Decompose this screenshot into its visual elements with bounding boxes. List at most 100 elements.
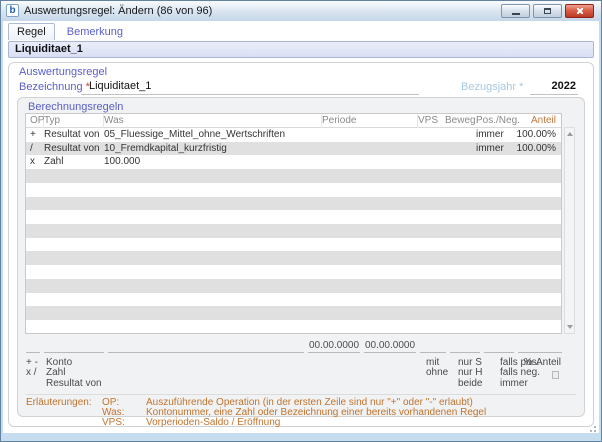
- edit-beweg-field[interactable]: [450, 340, 480, 353]
- table-edit-row: 00.00.0000 00.00.0000: [26, 340, 562, 353]
- edit-was-field[interactable]: [108, 340, 304, 353]
- table-row-empty[interactable]: [26, 320, 561, 334]
- col-was: Was: [104, 114, 322, 128]
- group-berechnungsregeln-title: Berechnungsregeln: [28, 101, 123, 113]
- cell-beweg: [445, 128, 476, 142]
- edit-pos-neg-field[interactable]: [484, 340, 514, 353]
- tab-bar: Regel Bemerkung: [8, 23, 131, 40]
- close-icon: [576, 7, 584, 15]
- legend-anteil: %-Anteil: [524, 358, 561, 379]
- anteil-box-icon[interactable]: [552, 371, 559, 379]
- title-bar[interactable]: b Auswertungsregel: Ändern (86 von 96): [1, 1, 601, 21]
- window-title: Auswertungsregel: Ändern (86 von 96): [24, 1, 212, 21]
- col-periode: Periode: [322, 114, 418, 128]
- cell-periode: [322, 128, 418, 142]
- window-client-area: Regel Bemerkung Liquiditaet_1 Auswertung…: [3, 21, 599, 433]
- table-row-empty[interactable]: [26, 197, 561, 211]
- cell-vps: [418, 142, 445, 156]
- notes-label: Erläuterungen:: [26, 398, 102, 408]
- group-berechnungsregeln: Berechnungsregeln OP Typ Was Periode VPS…: [17, 97, 585, 417]
- rule-name-header: Liquiditaet_1: [8, 41, 594, 58]
- col-op: OP: [30, 114, 44, 128]
- edit-vps-field[interactable]: [420, 340, 446, 353]
- table-row-empty[interactable]: [26, 265, 561, 279]
- cell-pos-neg: immer: [476, 142, 516, 156]
- bezugsjahr-input[interactable]: 2022: [530, 80, 578, 95]
- table-row[interactable]: x Zahl 100.000: [26, 155, 561, 169]
- table-row-empty[interactable]: [26, 210, 561, 224]
- legend-beweg-options: nur S nur H beide: [458, 358, 482, 389]
- cell-op: /: [30, 142, 44, 156]
- bezeichnung-input[interactable]: Liquiditaet_1: [81, 80, 419, 95]
- tab-bemerkung[interactable]: Bemerkung: [59, 24, 131, 40]
- legend-op-label: Resultat von: [46, 379, 102, 389]
- note-term: VPS:: [102, 418, 146, 428]
- edit-anteil-field[interactable]: [518, 340, 562, 353]
- col-typ: Typ: [44, 114, 104, 128]
- table-body: + Resultat von 05_Fluessige_Mittel_ohne_…: [26, 128, 561, 334]
- group-auswertungsregel: Auswertungsregel Bezeichnung * Liquidita…: [8, 62, 594, 427]
- col-anteil: Anteil: [516, 114, 561, 128]
- maximize-icon: [544, 8, 551, 14]
- resize-grip[interactable]: [587, 423, 596, 432]
- cell-beweg: [445, 155, 476, 169]
- cell-pos-neg: immer: [476, 128, 516, 142]
- edit-periode-von-field[interactable]: 00.00.0000: [308, 340, 360, 353]
- cell-op: +: [30, 128, 44, 142]
- cell-vps: [418, 155, 445, 169]
- col-vps: VPS: [418, 114, 445, 128]
- legend: + - Konto x / Zahl Resultat von mit ohne…: [26, 358, 563, 390]
- edit-periode-bis-field[interactable]: 00.00.0000: [364, 340, 416, 353]
- minimize-icon: [512, 13, 520, 15]
- legend-op-symbols: x /: [26, 368, 46, 378]
- cell-typ: Resultat von: [44, 128, 104, 142]
- table-header: OP Typ Was Periode VPS Beweg. Pos./Neg. …: [26, 114, 561, 128]
- window-controls: [501, 4, 594, 18]
- cell-was: 10_Fremdkapital_kurzfristig: [104, 142, 322, 156]
- cell-was: 05_Fluessige_Mittel_ohne_Wertschriften: [104, 128, 322, 142]
- legend-notes-divider: [26, 394, 576, 395]
- cell-op: x: [30, 155, 44, 169]
- cell-pos-neg: [476, 155, 516, 169]
- table-row-empty[interactable]: [26, 306, 561, 320]
- table-row-empty[interactable]: [26, 169, 561, 183]
- scroll-down-icon[interactable]: [567, 325, 573, 329]
- cell-periode: [322, 142, 418, 156]
- legend-vps-options: mit ohne: [426, 358, 448, 379]
- cell-typ: Zahl: [44, 155, 104, 169]
- scroll-up-icon[interactable]: [567, 132, 573, 136]
- table-row-empty[interactable]: [26, 183, 561, 197]
- edit-op-field[interactable]: [26, 340, 40, 353]
- group-auswertungsregel-title: Auswertungsregel: [19, 66, 107, 78]
- cell-periode: [322, 155, 418, 169]
- minimize-button[interactable]: [501, 4, 530, 18]
- app-window: b Auswertungsregel: Ändern (86 von 96) R…: [0, 0, 602, 442]
- table-row-empty[interactable]: [26, 251, 561, 265]
- legend-anteil-label: %-Anteil: [524, 358, 561, 368]
- bezugsjahr-label: Bezugsjahr *: [461, 81, 523, 93]
- bezeichnung-label: Bezeichnung *: [19, 81, 90, 93]
- tab-regel[interactable]: Regel: [8, 23, 55, 40]
- legend-op-symbols: [26, 379, 46, 389]
- table-row-empty[interactable]: [26, 293, 561, 307]
- cell-vps: [418, 128, 445, 142]
- note-text: Vorperioden-Saldo / Eröffnung: [146, 418, 578, 428]
- required-marker: *: [519, 81, 523, 93]
- cell-anteil: 100.00%: [516, 128, 561, 142]
- maximize-button[interactable]: [533, 4, 562, 18]
- app-logo-icon: b: [6, 4, 19, 17]
- cell-anteil: [516, 155, 561, 169]
- table-row[interactable]: / Resultat von 10_Fremdkapital_kurzfrist…: [26, 142, 561, 156]
- table-row-empty[interactable]: [26, 238, 561, 252]
- cell-anteil: 100.00%: [516, 142, 561, 156]
- edit-typ-field[interactable]: [44, 340, 104, 353]
- close-button[interactable]: [565, 4, 594, 18]
- cell-typ: Resultat von: [44, 142, 104, 156]
- table-row[interactable]: + Resultat von 05_Fluessige_Mittel_ohne_…: [26, 128, 561, 142]
- table-row-empty[interactable]: [26, 224, 561, 238]
- cell-was: 100.000: [104, 155, 322, 169]
- table-scrollbar[interactable]: [564, 127, 575, 334]
- col-pos-neg: Pos./Neg.: [476, 114, 516, 128]
- table-row-empty[interactable]: [26, 279, 561, 293]
- legend-operators: + - Konto x / Zahl Resultat von: [26, 358, 102, 389]
